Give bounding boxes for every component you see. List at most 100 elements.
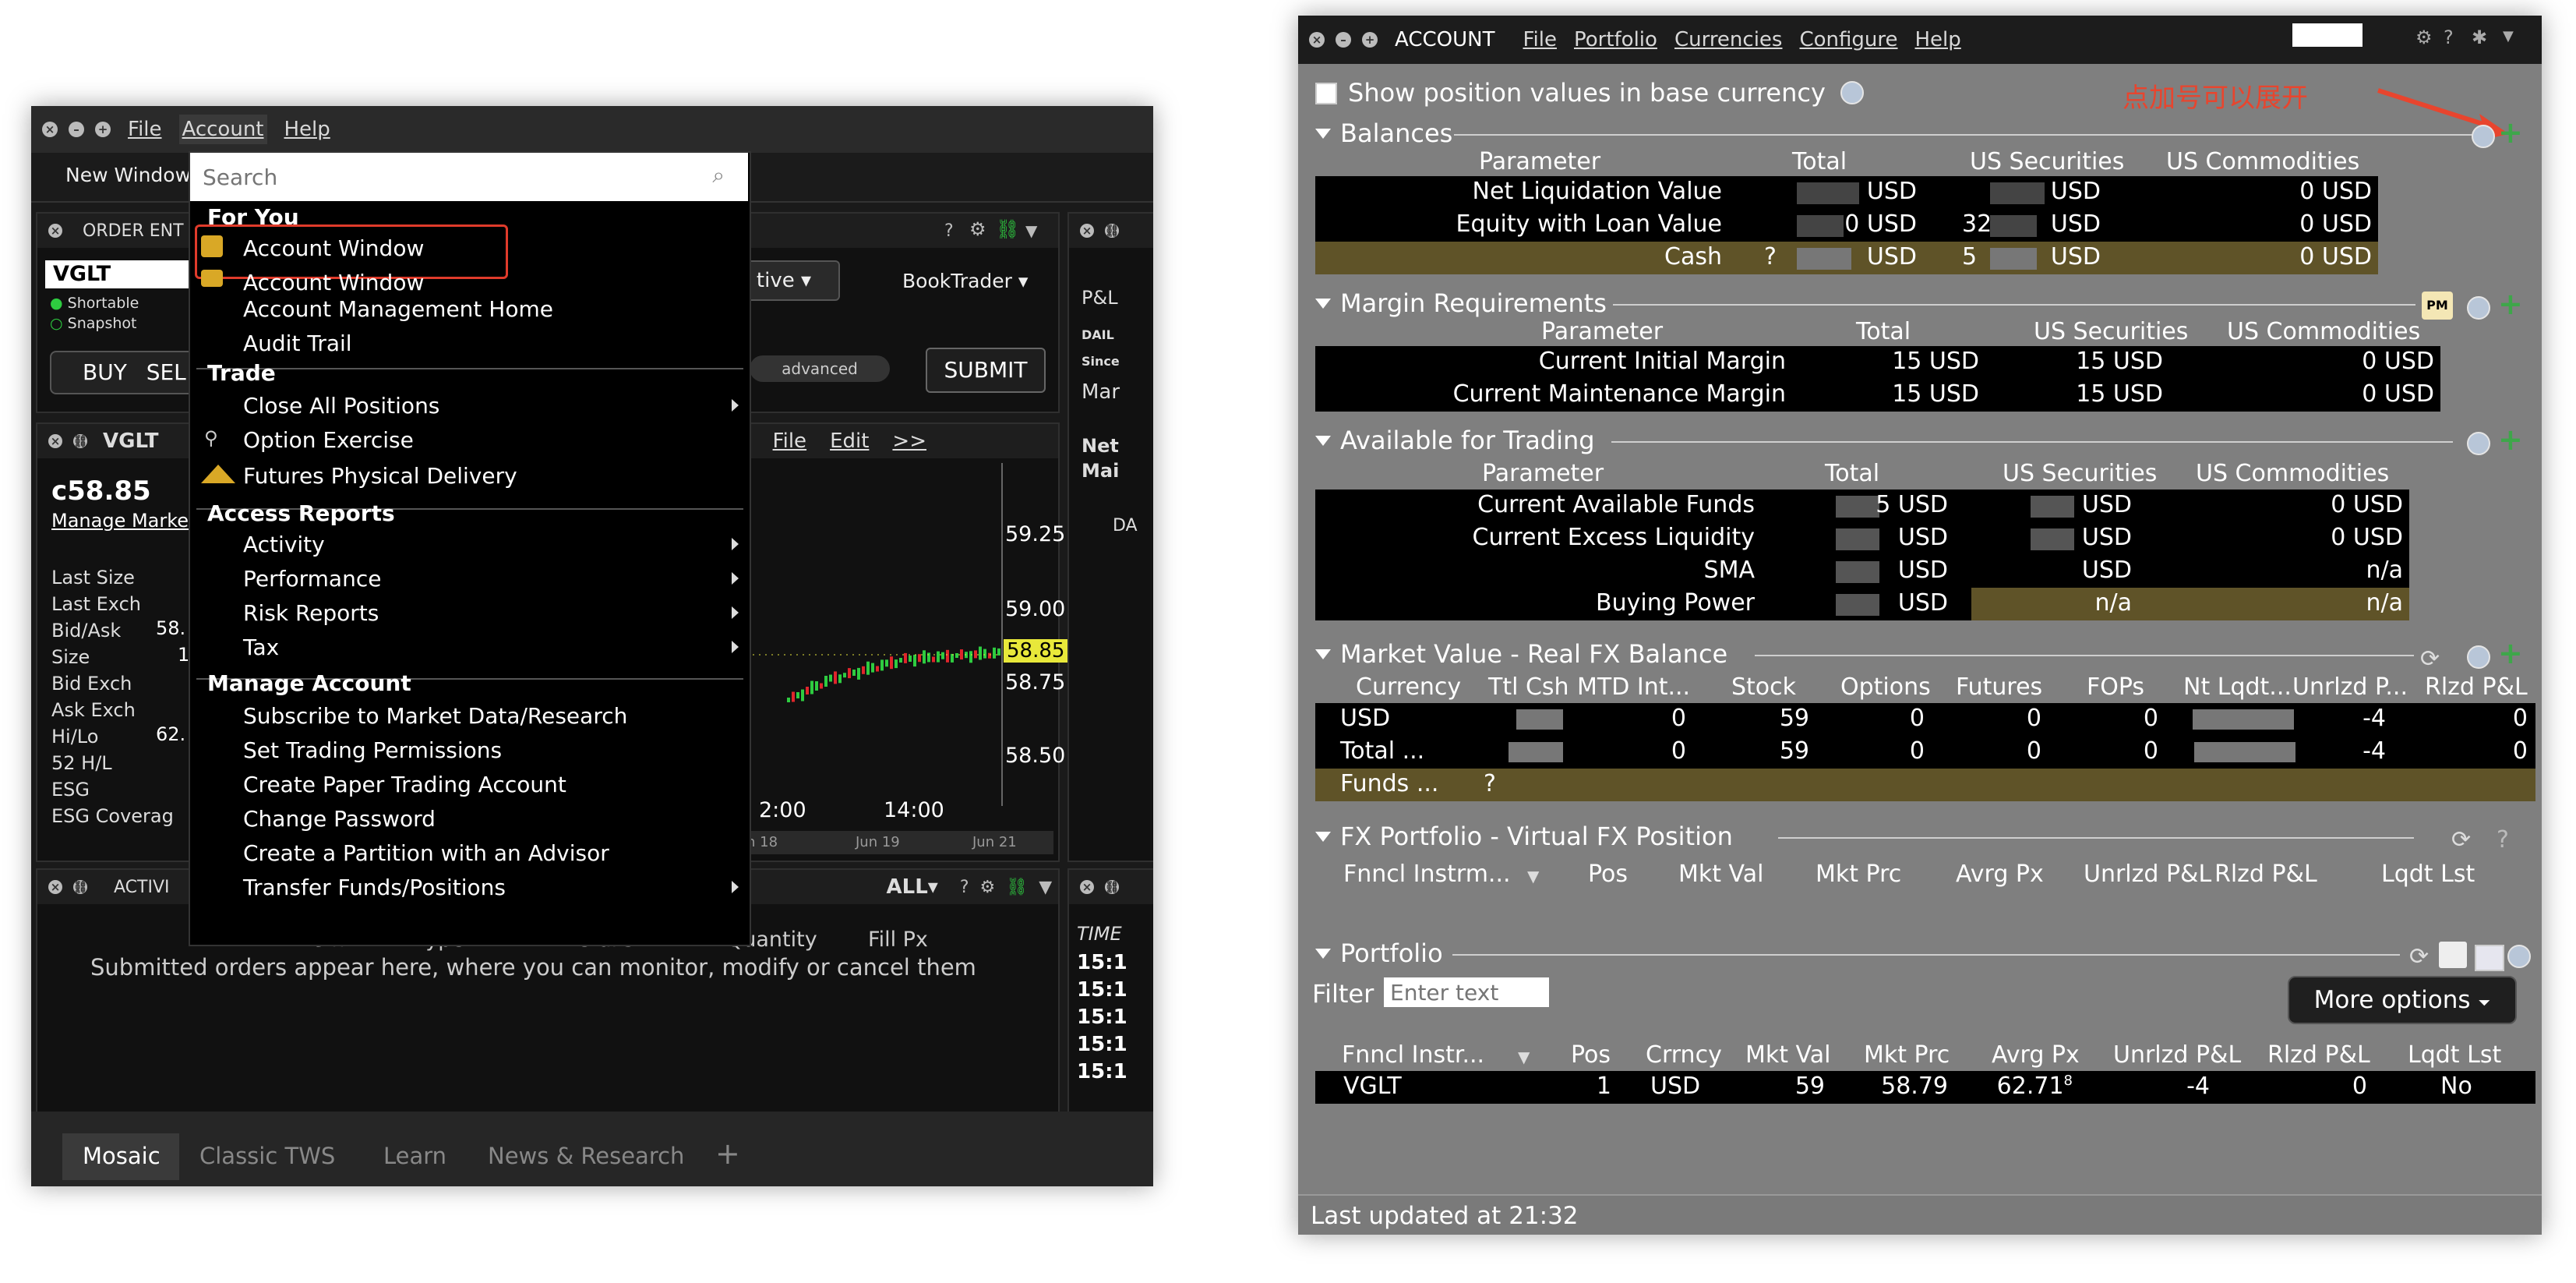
info-icon[interactable] bbox=[1840, 81, 1864, 104]
search-field[interactable] bbox=[201, 161, 687, 193]
close-icon[interactable]: × bbox=[48, 880, 62, 894]
menu-item-account-window[interactable]: Account Window bbox=[243, 235, 424, 261]
close-icon[interactable]: × bbox=[1309, 32, 1325, 48]
menu-item-create-partition[interactable]: Create a Partition with an Advisor bbox=[243, 840, 609, 866]
calculator-icon[interactable] bbox=[2439, 942, 2467, 968]
add-tab-button[interactable]: + bbox=[715, 1136, 740, 1171]
menu-item-subscribe-market-data[interactable]: Subscribe to Market Data/Research bbox=[243, 703, 627, 729]
filter-input[interactable] bbox=[1384, 977, 1549, 1007]
market-value-header[interactable]: Market Value - Real FX Balance bbox=[1315, 639, 1727, 669]
help-icon[interactable]: ? bbox=[944, 221, 954, 241]
minimize-icon[interactable]: – bbox=[1336, 32, 1351, 48]
gear-icon[interactable]: ⚙ bbox=[2415, 27, 2433, 48]
menu-help[interactable]: Help bbox=[284, 118, 330, 141]
menu-item-create-paper-trading-account[interactable]: Create Paper Trading Account bbox=[243, 772, 566, 797]
menu-currencies[interactable]: Currencies bbox=[1674, 28, 1783, 51]
menu-item-performance[interactable]: Performance bbox=[243, 566, 381, 592]
submit-button[interactable]: SUBMIT bbox=[926, 348, 1046, 393]
menu-item-account-management-home[interactable]: Account Management Home bbox=[243, 296, 553, 322]
new-window-button[interactable]: New Window bbox=[65, 164, 191, 186]
symbol-input[interactable]: VGLT bbox=[45, 260, 209, 288]
close-icon[interactable]: × bbox=[48, 434, 62, 448]
link-icon[interactable]: ⛓ bbox=[996, 218, 1019, 240]
gear-icon[interactable]: ⚙ bbox=[980, 878, 996, 897]
manage-market-link[interactable]: Manage Marke bbox=[51, 510, 189, 532]
available-header[interactable]: Available for Trading bbox=[1315, 426, 1595, 455]
link-icon[interactable]: ⛓ bbox=[72, 434, 88, 448]
menu-file[interactable]: File bbox=[1523, 28, 1557, 51]
menu-item-set-trading-permissions[interactable]: Set Trading Permissions bbox=[243, 737, 502, 763]
menu-item-change-password[interactable]: Change Password bbox=[243, 806, 436, 832]
help-icon[interactable] bbox=[2507, 945, 2531, 968]
tpm-icon[interactable]: PM bbox=[2422, 292, 2453, 320]
chevron-down-icon[interactable]: ▼ bbox=[1039, 878, 1052, 897]
tab-classic-tws[interactable]: Classic TWS bbox=[199, 1143, 335, 1169]
tab-news-research[interactable]: News & Research bbox=[488, 1143, 684, 1169]
date-scrollbar[interactable]: n 18 Jun 19 Jun 21 bbox=[739, 831, 1053, 854]
menu-item-account-window-2[interactable]: Account Window bbox=[243, 270, 424, 295]
menu-account[interactable]: Account bbox=[178, 115, 267, 144]
buy-sell-toggle[interactable]: BUY SEL bbox=[50, 351, 206, 394]
portfolio-header[interactable]: Portfolio bbox=[1315, 938, 1443, 968]
menu-item-transfer-funds[interactable]: Transfer Funds/Positions bbox=[243, 875, 506, 900]
window-icon[interactable] bbox=[2475, 945, 2504, 971]
menu-item-close-all-positions[interactable]: Close All Positions bbox=[243, 393, 439, 419]
minimize-icon[interactable]: – bbox=[69, 122, 84, 137]
balances-header[interactable]: Balances bbox=[1315, 118, 1452, 148]
link-icon[interactable]: ⛓ bbox=[1006, 878, 1028, 897]
close-icon[interactable]: × bbox=[48, 224, 62, 238]
expand-plus-icon[interactable]: + bbox=[2498, 115, 2523, 150]
pin-icon[interactable]: ✱ bbox=[2472, 27, 2487, 48]
link-icon[interactable]: ⛓ bbox=[72, 880, 88, 894]
all-filter[interactable]: ALL▾ bbox=[887, 875, 938, 899]
search-input[interactable]: ⌕ bbox=[190, 153, 748, 201]
booktrader-button[interactable]: BookTrader ▾ bbox=[902, 270, 1028, 292]
expand-plus-icon[interactable]: + bbox=[2498, 422, 2523, 457]
refresh-icon[interactable]: ⟳ bbox=[2451, 826, 2471, 854]
help-icon[interactable]: ? bbox=[2444, 27, 2454, 48]
help-icon[interactable]: ? bbox=[2497, 826, 2509, 854]
help-icon[interactable] bbox=[2472, 125, 2495, 148]
maximize-icon[interactable]: + bbox=[95, 122, 111, 137]
refresh-icon[interactable]: ⟳ bbox=[2420, 645, 2440, 673]
gear-icon[interactable]: ⚙ bbox=[969, 218, 986, 240]
link-icon[interactable]: ⛓ bbox=[1104, 880, 1120, 894]
menu-configure[interactable]: Configure bbox=[1799, 28, 1897, 51]
chevron-down-icon[interactable]: ▼ bbox=[1518, 1048, 1530, 1066]
help-icon[interactable]: ? bbox=[1484, 770, 1496, 797]
base-currency-checkbox[interactable] bbox=[1315, 83, 1337, 104]
help-icon[interactable]: ? bbox=[960, 878, 969, 897]
close-icon[interactable]: × bbox=[1080, 880, 1094, 894]
menu-item-risk-reports[interactable]: Risk Reports bbox=[243, 600, 379, 626]
chevron-down-icon[interactable]: ▼ bbox=[1527, 867, 1539, 885]
menu-item-futures-physical-delivery[interactable]: Futures Physical Delivery bbox=[243, 463, 517, 489]
tab-learn[interactable]: Learn bbox=[383, 1143, 446, 1169]
chart-file-menu[interactable]: File bbox=[773, 429, 807, 453]
close-icon[interactable]: × bbox=[1080, 224, 1094, 238]
menu-item-option-exercise[interactable]: Option Exercise bbox=[243, 427, 414, 453]
menu-item-activity[interactable]: Activity bbox=[243, 532, 325, 557]
menu-file[interactable]: File bbox=[128, 118, 162, 141]
help-icon[interactable] bbox=[2467, 645, 2490, 669]
chart-more-menu[interactable]: >> bbox=[892, 429, 926, 453]
chevron-down-icon[interactable]: ▼ bbox=[1025, 221, 1037, 240]
help-icon[interactable] bbox=[2467, 432, 2490, 455]
menu-item-audit-trail[interactable]: Audit Trail bbox=[243, 330, 352, 356]
col-header[interactable]: Fill Px bbox=[868, 928, 928, 952]
refresh-icon[interactable]: ⟳ bbox=[2409, 943, 2429, 970]
link-icon[interactable]: ⛓ bbox=[1104, 224, 1120, 238]
more-options-button[interactable]: More options ⏷ bbox=[2288, 976, 2517, 1024]
help-icon[interactable] bbox=[2467, 296, 2490, 320]
menu-help[interactable]: Help bbox=[1915, 28, 1961, 51]
expand-plus-icon[interactable]: + bbox=[2498, 287, 2523, 321]
expand-plus-icon[interactable]: + bbox=[2498, 636, 2523, 670]
margin-header[interactable]: Margin Requirements bbox=[1315, 288, 1607, 318]
tab-mosaic[interactable]: Mosaic bbox=[83, 1143, 161, 1169]
fx-portfolio-header[interactable]: FX Portfolio - Virtual FX Position bbox=[1315, 822, 1733, 851]
maximize-icon[interactable]: + bbox=[1362, 32, 1378, 48]
chevron-down-icon[interactable]: ▼ bbox=[2503, 28, 2514, 44]
menu-portfolio[interactable]: Portfolio bbox=[1574, 28, 1657, 51]
chart-edit-menu[interactable]: Edit bbox=[830, 429, 869, 453]
advanced-toggle[interactable]: advanced bbox=[750, 355, 890, 382]
close-icon[interactable]: × bbox=[42, 122, 58, 137]
